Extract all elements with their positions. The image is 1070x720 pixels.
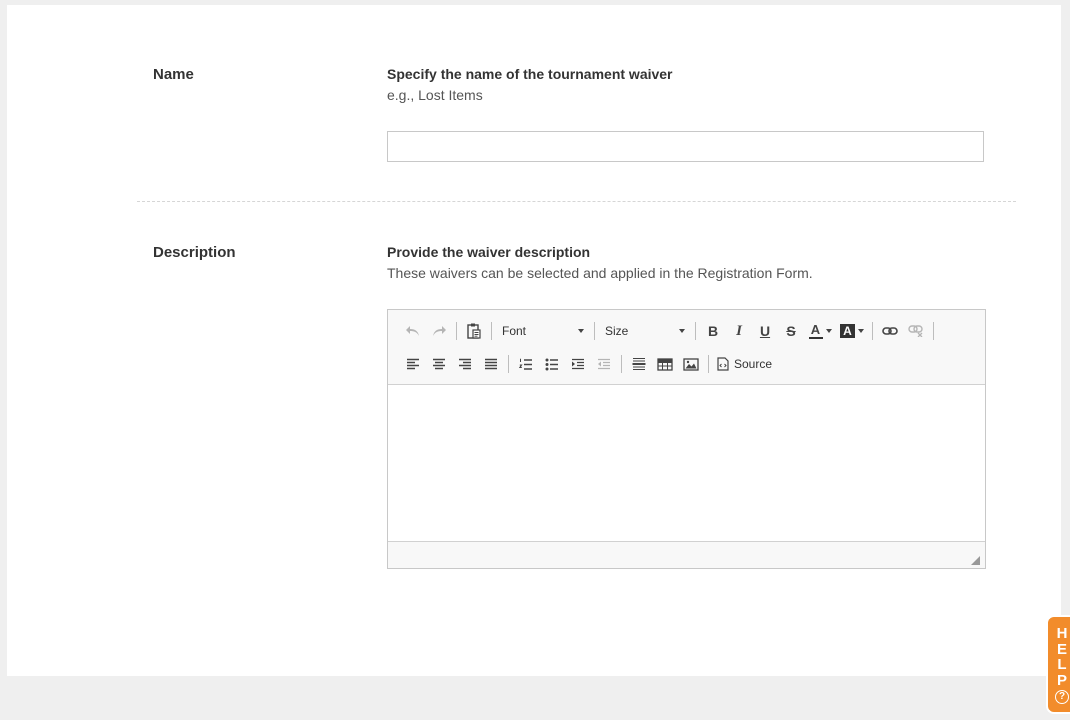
text-color-button[interactable]: A xyxy=(804,319,836,343)
help-letter: P xyxy=(1056,671,1067,689)
underline-button[interactable]: U xyxy=(752,319,778,343)
toolbar-separator xyxy=(508,355,509,373)
toolbar-separator xyxy=(594,322,595,340)
italic-button[interactable]: I xyxy=(726,319,752,343)
align-center-icon[interactable] xyxy=(426,352,452,376)
bold-icon: B xyxy=(707,323,719,339)
toolbar-separator xyxy=(708,355,709,373)
toolbar-separator xyxy=(872,322,873,340)
strikethrough-button[interactable]: S xyxy=(778,319,804,343)
chevron-down-icon xyxy=(578,329,584,333)
chevron-down-icon xyxy=(825,329,832,333)
source-label: Source xyxy=(734,357,773,371)
bulleted-list-icon[interactable] xyxy=(539,352,565,376)
image-icon[interactable] xyxy=(678,352,704,376)
size-dropdown-label: Size xyxy=(605,324,629,338)
text-color-icon: A xyxy=(810,321,821,337)
name-title: Specify the name of the tournament waive… xyxy=(387,66,673,82)
justify-icon[interactable] xyxy=(478,352,504,376)
chevron-down-icon xyxy=(679,329,685,333)
paste-icon[interactable] xyxy=(461,319,487,343)
description-label: Description xyxy=(153,244,236,261)
name-label: Name xyxy=(153,66,194,83)
toolbar-separator xyxy=(456,322,457,340)
question-mark-icon: ? xyxy=(1055,690,1069,704)
strikethrough-icon: S xyxy=(786,323,796,339)
help-letter: E xyxy=(1056,640,1067,658)
section-divider xyxy=(137,201,1016,202)
help-letter: H xyxy=(1056,625,1068,642)
chevron-down-icon xyxy=(858,329,864,333)
undo-icon[interactable] xyxy=(400,319,426,343)
redo-icon[interactable] xyxy=(426,319,452,343)
align-left-icon[interactable] xyxy=(400,352,426,376)
horizontal-rule-icon[interactable] xyxy=(626,352,652,376)
name-help: e.g., Lost Items xyxy=(387,87,483,103)
description-title: Provide the waiver description xyxy=(387,244,591,260)
font-dropdown-label: Font xyxy=(502,324,527,338)
resize-handle-icon[interactable] xyxy=(971,556,980,565)
align-right-icon[interactable] xyxy=(452,352,478,376)
description-help: These waivers can be selected and applie… xyxy=(387,265,813,281)
editor-status-bar xyxy=(388,541,985,568)
toolbar-row-2: Source xyxy=(400,351,776,377)
numbered-list-icon[interactable] xyxy=(513,352,539,376)
form-card: Name Specify the name of the tournament … xyxy=(7,5,1061,676)
toolbar-row-1: Font Size B I U S A A xyxy=(400,318,938,344)
italic-icon: I xyxy=(736,322,742,339)
outdent-icon[interactable] xyxy=(591,352,617,376)
name-input[interactable] xyxy=(387,131,984,162)
table-icon[interactable] xyxy=(652,352,678,376)
help-tab-button[interactable]: H E L P ? xyxy=(1046,615,1070,714)
editor-content-area[interactable] xyxy=(388,385,985,541)
link-icon[interactable] xyxy=(877,319,903,343)
background-color-button[interactable]: A xyxy=(836,319,868,343)
indent-icon[interactable] xyxy=(565,352,591,376)
rich-text-editor: Font Size B I U S A A Source xyxy=(387,309,986,569)
source-button[interactable]: Source xyxy=(713,352,776,376)
help-letter: L xyxy=(1057,656,1067,673)
unlink-icon[interactable] xyxy=(903,319,929,343)
toolbar-separator xyxy=(933,322,934,340)
editor-toolbar: Font Size B I U S A A Source xyxy=(388,310,985,385)
toolbar-separator xyxy=(695,322,696,340)
toolbar-separator xyxy=(491,322,492,340)
font-dropdown[interactable]: Font xyxy=(496,320,590,342)
toolbar-separator xyxy=(621,355,622,373)
bold-button[interactable]: B xyxy=(700,319,726,343)
background-color-icon: A xyxy=(840,324,855,338)
underline-icon: U xyxy=(759,323,771,339)
color-bar xyxy=(808,336,823,339)
size-dropdown[interactable]: Size xyxy=(599,320,691,342)
source-icon xyxy=(717,357,729,371)
